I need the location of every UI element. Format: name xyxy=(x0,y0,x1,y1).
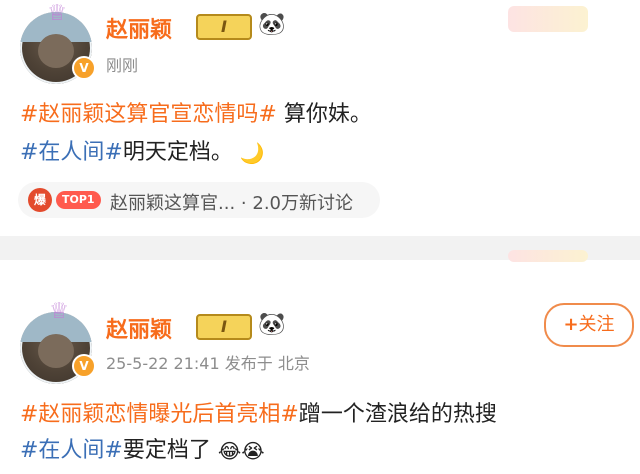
avatar-figure xyxy=(38,34,74,68)
top-rank-badge: TOP1 xyxy=(56,191,101,209)
topic-link[interactable]: #赵丽颖这算官宣恋情吗# xyxy=(20,102,277,127)
post-text: 明天定档。 xyxy=(122,140,233,165)
username[interactable]: 赵丽颖 xyxy=(106,12,172,44)
separator-dot: · xyxy=(240,193,247,214)
post-text: 算你妹。 xyxy=(276,102,372,127)
weibo-post-1: ♕ V 赵丽颖 I 🐼 刚刚 #赵丽颖这算官宣恋情吗# 算你妹。 #在人间#明天… xyxy=(0,0,640,236)
laughing-crying-emoji-icon: 😂😭 xyxy=(217,439,265,463)
panda-icon: 🐼 xyxy=(258,12,286,37)
topic-link[interactable]: #在人间# xyxy=(20,438,123,463)
discussion-count: 2.0万新讨论 xyxy=(252,193,354,214)
panda-icon: 🐼 xyxy=(258,312,286,337)
post-text-line-1: #赵丽颖这算官宣恋情吗# 算你妹。 xyxy=(20,96,372,128)
topic-link[interactable]: #在人间# xyxy=(20,140,123,165)
decorative-banner-icon xyxy=(508,250,588,262)
verified-icon: V xyxy=(72,354,96,378)
post-timestamp: 25-5-22 21:41 xyxy=(106,354,220,373)
topic-link[interactable]: #赵丽颖恋情曝光后首亮相# xyxy=(20,402,299,427)
crown-decoration-icon: ♕ xyxy=(49,299,69,324)
username[interactable]: 赵丽颖 xyxy=(106,312,172,344)
hot-burst-icon: 爆 xyxy=(28,188,52,212)
avatar-figure xyxy=(38,334,74,368)
hot-topic-bar[interactable]: 爆 TOP1 赵丽颖这算官... · 2.0万新讨论 xyxy=(18,182,380,218)
member-level-badge[interactable]: I xyxy=(196,314,252,340)
post-text: 要定档了 xyxy=(122,438,211,463)
hot-topic-title: 赵丽颖这算官... xyxy=(110,193,236,214)
post-meta: 25-5-22 21:41 发布于 北京 xyxy=(106,350,310,374)
post-text-line-2: #在人间#要定档了 😂😭 xyxy=(20,432,265,464)
follow-button[interactable]: +关注 xyxy=(544,303,634,347)
crown-decoration-icon: ♕ xyxy=(47,1,67,26)
member-level-badge[interactable]: I xyxy=(196,14,252,40)
publish-label: 发布于 xyxy=(224,354,273,373)
weibo-post-2: ♕ V 赵丽颖 I 🐼 25-5-22 21:41 发布于 北京 #赵丽颖恋情曝… xyxy=(0,250,640,474)
verified-icon: V xyxy=(72,56,96,80)
plus-icon: + xyxy=(563,314,579,335)
moon-emoji-icon: 🌙 xyxy=(239,141,265,165)
post-text-line-2: #在人间#明天定档。 🌙 xyxy=(20,134,265,166)
post-text-line-1: #赵丽颖恋情曝光后首亮相#蹭一个渣浪给的热搜 xyxy=(20,396,497,428)
post-timestamp: 刚刚 xyxy=(106,56,139,75)
follow-label: 关注 xyxy=(578,314,615,335)
post-location: 北京 xyxy=(277,354,310,373)
hot-topic-text: 赵丽颖这算官... · 2.0万新讨论 xyxy=(110,189,353,215)
post-text: 蹭一个渣浪给的热搜 xyxy=(298,402,497,427)
decorative-banner-icon xyxy=(508,6,588,32)
